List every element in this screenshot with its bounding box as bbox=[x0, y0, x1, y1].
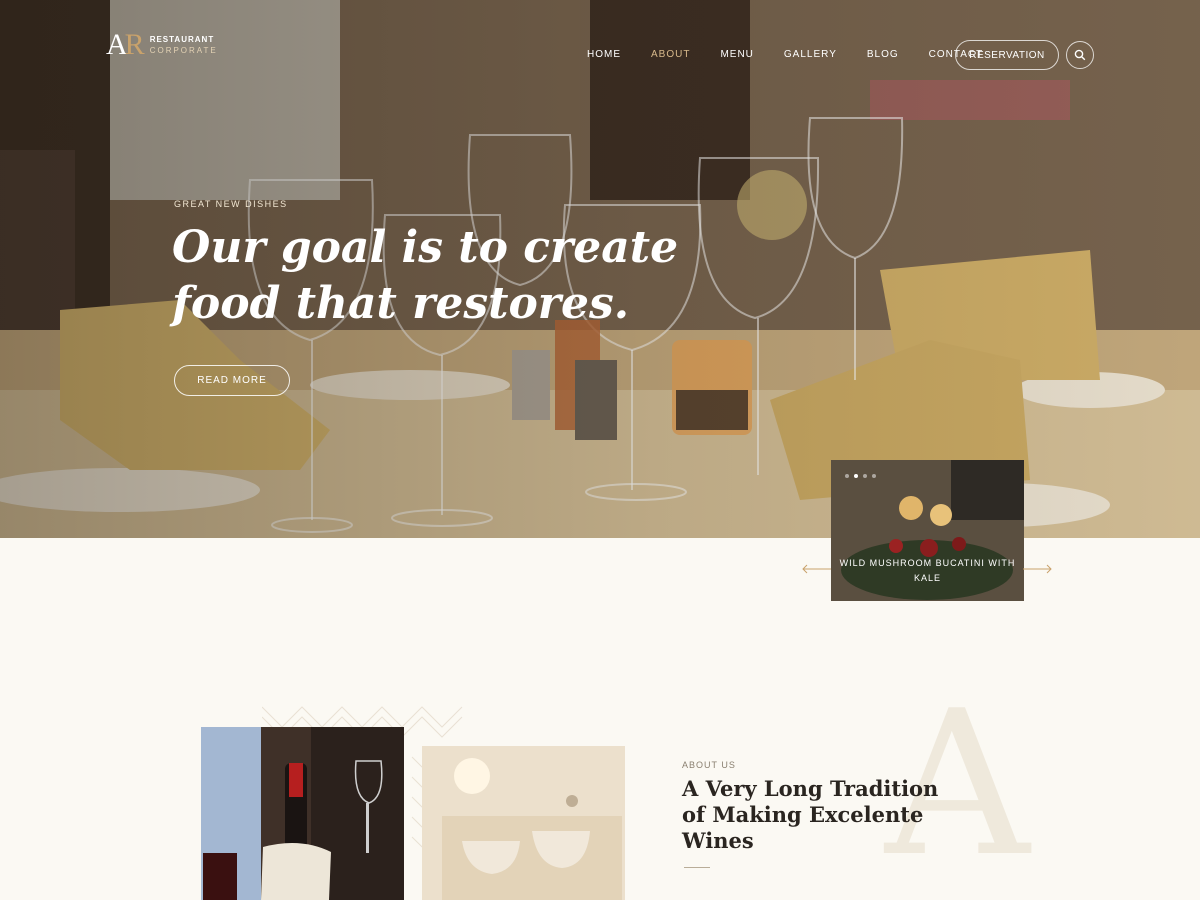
about-kicker: ABOUT US bbox=[682, 760, 736, 770]
divider bbox=[684, 867, 710, 868]
logo-text: RESTAURANT CORPORATE bbox=[150, 34, 218, 56]
main-nav: HOME ABOUT MENU GALLERY BLOG CONTACT bbox=[587, 49, 1013, 60]
arrow-right-icon[interactable] bbox=[1022, 563, 1052, 575]
wine-illustration bbox=[201, 727, 404, 900]
search-icon bbox=[1074, 49, 1086, 61]
brand-logo[interactable]: AR RESTAURANT CORPORATE bbox=[106, 30, 218, 60]
about-title: A Very Long Tradition of Making Excelent… bbox=[682, 776, 939, 853]
nav-gallery[interactable]: GALLERY bbox=[784, 49, 837, 60]
dining-illustration bbox=[422, 746, 625, 900]
nav-blog[interactable]: BLOG bbox=[867, 49, 899, 60]
logo-mark: AR bbox=[106, 28, 145, 61]
hero-headline: Our goal is to create food that restores… bbox=[172, 222, 679, 329]
slider-dot-active[interactable] bbox=[854, 474, 858, 478]
logo-line-1: RESTAURANT bbox=[149, 35, 215, 44]
arrow-left-icon[interactable] bbox=[802, 563, 832, 575]
slider-dot[interactable] bbox=[872, 474, 876, 478]
dining-room-photo bbox=[422, 746, 625, 900]
search-button[interactable] bbox=[1066, 41, 1094, 69]
slider-dot[interactable] bbox=[863, 474, 867, 478]
dish-name: WILD MUSHROOM BUCATINI WITH KALE bbox=[839, 558, 1016, 583]
nav-home[interactable]: HOME bbox=[587, 49, 621, 60]
dish-slider-card[interactable]: WILD MUSHROOM BUCATINI WITH KALE bbox=[831, 460, 1024, 601]
slider-dots bbox=[845, 474, 876, 478]
read-more-button[interactable]: READ MORE bbox=[174, 365, 290, 396]
wine-bottle-photo bbox=[201, 727, 404, 900]
nav-menu[interactable]: MENU bbox=[720, 49, 753, 60]
hero-kicker: GREAT NEW DISHES bbox=[174, 199, 288, 209]
nav-about[interactable]: ABOUT bbox=[651, 49, 690, 60]
reservation-button[interactable]: RESERVATION bbox=[955, 40, 1059, 70]
logo-line-2: CORPORATE bbox=[149, 46, 218, 55]
slider-dot[interactable] bbox=[845, 474, 849, 478]
